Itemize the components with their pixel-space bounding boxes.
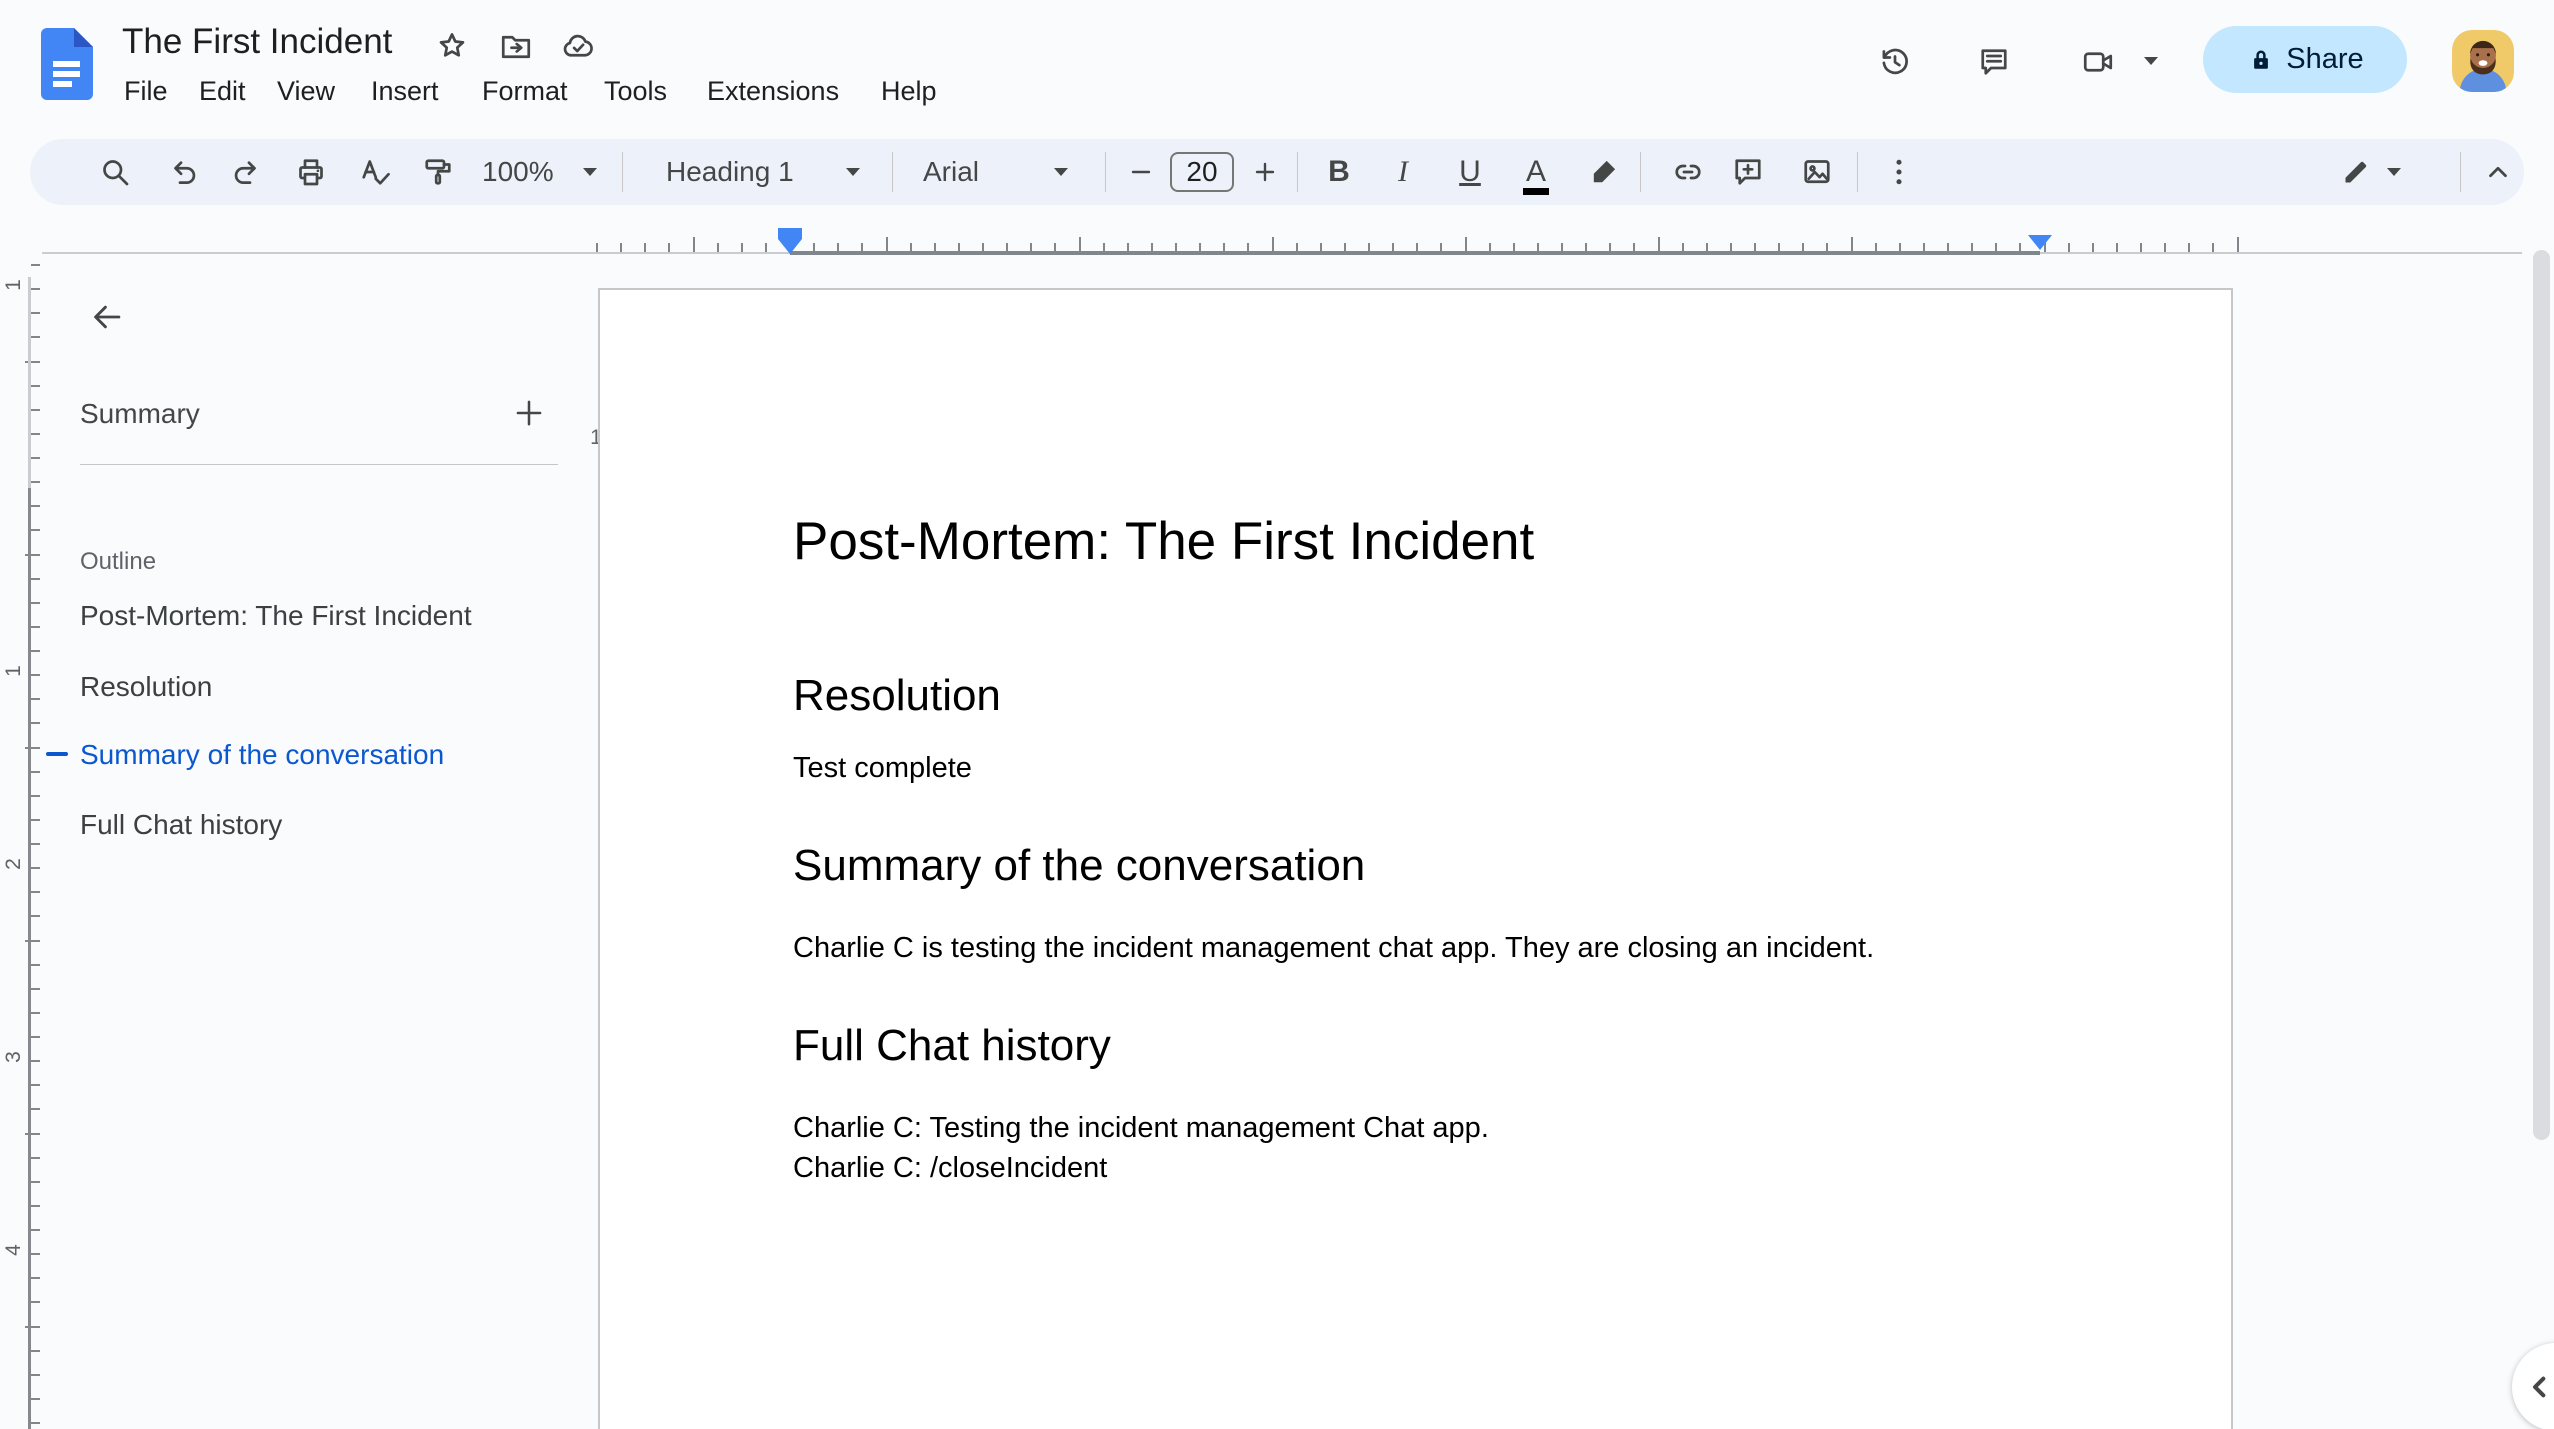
share-button-label: Share	[2286, 43, 2364, 75]
ruler-number: 4	[2, 1244, 25, 1256]
toolbar-divider	[892, 152, 893, 192]
bold-button[interactable]: B	[1323, 139, 1355, 205]
outline-item-post-mortem[interactable]: Post-Mortem: The First Incident	[80, 600, 472, 632]
doc-paragraph: Charlie C is testing the incident manage…	[793, 932, 1875, 964]
add-summary-button[interactable]	[510, 394, 548, 432]
toolbar-divider	[1640, 152, 1641, 192]
menu-format[interactable]: Format	[482, 76, 568, 107]
ruler-baseline-text-area	[790, 251, 2040, 255]
toolbar: 100% Heading 1 Arial 20 B I U A	[30, 139, 2524, 205]
doc-chat-line: Charlie C: Testing the incident manageme…	[793, 1112, 1489, 1144]
comments-icon[interactable]	[1976, 44, 2012, 80]
font-select[interactable]: Arial	[923, 139, 979, 205]
sidebar-divider	[80, 464, 558, 465]
vertical-scrollbar[interactable]	[2533, 250, 2550, 1140]
increase-font-size-button[interactable]	[1249, 139, 1281, 205]
print-button[interactable]	[293, 139, 329, 205]
v-ruler-margin-bar	[28, 277, 31, 488]
doc-heading-chat: Full Chat history	[793, 1021, 1111, 1070]
first-line-indent-marker[interactable]	[778, 239, 802, 254]
doc-paragraph: Test complete	[793, 752, 972, 784]
paint-format-button[interactable]	[420, 139, 456, 205]
document-page[interactable]: Post-Mortem: The First Incident Resoluti…	[598, 288, 2233, 1429]
zoom-caret[interactable]	[583, 168, 597, 176]
cloud-status-icon[interactable]	[560, 29, 596, 65]
document-outline-panel: Summary Outline Post-Mortem: The First I…	[42, 256, 590, 1429]
italic-button[interactable]: I	[1387, 139, 1419, 205]
menu-file[interactable]: File	[124, 76, 168, 107]
underline-button[interactable]: U	[1454, 139, 1486, 205]
toolbar-divider	[1297, 152, 1298, 192]
editing-mode-button[interactable]	[2338, 139, 2374, 205]
doc-heading-resolution: Resolution	[793, 671, 1001, 720]
menu-extensions[interactable]: Extensions	[707, 76, 839, 107]
ruler-number: 3	[2, 1051, 25, 1063]
chevron-left-icon	[2533, 1376, 2546, 1398]
ruler-number: 2	[2, 858, 25, 870]
left-margin-marker[interactable]	[778, 228, 802, 239]
doc-heading-1: Post-Mortem: The First Incident	[793, 512, 1535, 571]
font-size-input[interactable]: 20	[1170, 152, 1234, 192]
toolbar-divider	[1105, 152, 1106, 192]
google-docs-window: The First Incident File Edit View Insert…	[0, 0, 2554, 1429]
text-color-button[interactable]: A	[1517, 139, 1555, 205]
version-history-icon[interactable]	[1877, 44, 1913, 80]
insert-link-button[interactable]	[1670, 139, 1706, 205]
outline-active-marker	[46, 752, 68, 756]
toolbar-divider	[622, 152, 623, 192]
ruler-baseline	[2040, 252, 2522, 254]
decrease-font-size-button[interactable]	[1125, 139, 1157, 205]
star-icon[interactable]	[434, 28, 470, 64]
more-options-button[interactable]	[1881, 139, 1917, 205]
meet-video-icon[interactable]	[2080, 44, 2116, 80]
zoom-select[interactable]: 100%	[482, 139, 554, 205]
document-title[interactable]: The First Incident	[122, 22, 392, 62]
doc-heading-summary: Summary of the conversation	[793, 841, 1366, 890]
right-indent-marker[interactable]	[2028, 235, 2052, 250]
docs-logo-icon[interactable]	[41, 28, 93, 100]
spell-check-button[interactable]	[357, 139, 393, 205]
outline-item-resolution[interactable]: Resolution	[80, 671, 212, 703]
undo-button[interactable]	[165, 139, 201, 205]
ruler-baseline	[42, 252, 790, 254]
styles-caret[interactable]	[846, 168, 860, 176]
summary-heading: Summary	[80, 398, 200, 429]
toolbar-divider	[1857, 152, 1858, 192]
ruler-number: 1	[2, 665, 25, 677]
font-caret[interactable]	[1054, 168, 1068, 176]
outline-item-summary[interactable]: Summary of the conversation	[80, 739, 444, 771]
editing-mode-caret[interactable]	[2387, 168, 2401, 176]
doc-chat-line: Charlie C: /closeIncident	[793, 1152, 1108, 1184]
menu-tools[interactable]: Tools	[604, 76, 667, 107]
share-button[interactable]: Share	[2203, 26, 2407, 93]
hide-menus-button[interactable]	[2480, 139, 2516, 205]
insert-image-button[interactable]	[1799, 139, 1835, 205]
move-folder-icon[interactable]	[498, 29, 534, 65]
toolbar-divider	[2460, 152, 2461, 192]
menu-insert[interactable]: Insert	[371, 76, 439, 107]
highlight-color-button[interactable]	[1586, 139, 1622, 205]
ruler-number: 1	[2, 279, 25, 291]
add-comment-button[interactable]	[1730, 139, 1766, 205]
v-ruler-text-bar	[28, 488, 31, 1429]
styles-select[interactable]: Heading 1	[666, 139, 794, 205]
vertical-ruler[interactable]: 1 1 2 3 4	[0, 256, 42, 1429]
account-avatar[interactable]	[2452, 30, 2514, 92]
outline-heading: Outline	[80, 548, 157, 575]
menu-help[interactable]: Help	[881, 76, 937, 107]
menu-edit[interactable]: Edit	[199, 76, 246, 107]
menu-view[interactable]: View	[277, 76, 335, 107]
outline-item-full-chat[interactable]: Full Chat history	[80, 809, 282, 841]
lock-icon	[2254, 50, 2269, 69]
search-menus-button[interactable]	[97, 139, 133, 205]
meet-dropdown-caret[interactable]	[2144, 57, 2158, 65]
close-outline-button[interactable]	[88, 298, 126, 336]
redo-button[interactable]	[229, 139, 265, 205]
show-side-panel-button[interactable]	[2512, 1343, 2554, 1429]
horizontal-ruler[interactable]: 1 1 2 3 4 5 6 7	[0, 204, 2554, 449]
